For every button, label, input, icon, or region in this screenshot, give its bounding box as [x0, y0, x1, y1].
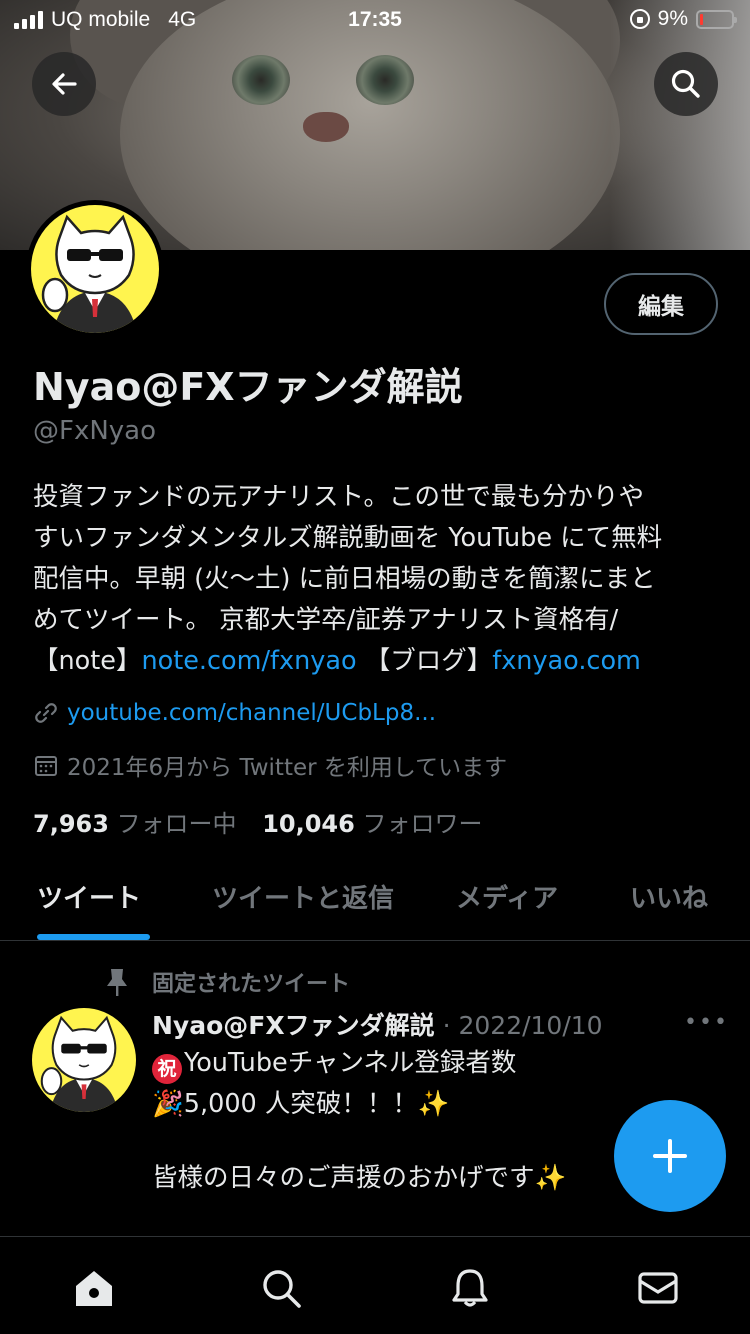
mail-icon	[638, 1272, 678, 1304]
calendar-icon	[35, 756, 57, 776]
tab-tweets-and-replies[interactable]: ツイートと返信	[212, 878, 394, 915]
website-link[interactable]: youtube.com/channel/UCbLp8...	[67, 700, 436, 726]
plus-icon	[653, 1139, 687, 1173]
tab-likes[interactable]: いいね	[630, 878, 708, 915]
profile-handle: @FxNyao	[33, 416, 157, 446]
tweet-avatar[interactable]	[32, 1008, 136, 1112]
bio-line: 投資ファンドの元アナリスト。この世で最も分かりや	[33, 482, 644, 512]
profile-website-row: youtube.com/channel/UCbLp8...	[33, 700, 436, 726]
nav-home[interactable]	[71, 1265, 117, 1311]
sparkles-emoji: ✨	[417, 1089, 450, 1119]
blog-link[interactable]: fxnyao.com	[492, 646, 641, 676]
search-icon	[263, 1270, 301, 1308]
pinned-indicator: 固定されたツイート	[104, 966, 350, 998]
pin-icon	[107, 969, 127, 996]
bottom-navigation	[0, 1236, 750, 1334]
status-bar: UQ mobile 4G 17:35 9%	[0, 0, 750, 40]
following-count[interactable]: 7,963	[33, 810, 109, 838]
tweet-line-text: 5,000 人突破！！！	[183, 1089, 418, 1119]
bio-line: めてツイート。 京都大学卒/証券アナリスト資格有/	[33, 605, 619, 635]
profile-tabs: ツイート ツイートと返信 メディア いいね	[0, 860, 750, 941]
avatar-image	[31, 205, 159, 333]
profile-name: Nyao@FXファンダ解説	[33, 365, 463, 409]
banner-cat-eye	[356, 55, 414, 105]
follow-counts: 7,963 フォロー中 10,046 フォロワー	[33, 804, 500, 839]
battery-percent: 9%	[657, 7, 688, 30]
following-label[interactable]: フォロー中	[117, 810, 237, 838]
joined-text: 2021年6月から Twitter を利用しています	[67, 755, 508, 781]
tweet-date[interactable]: · 2022/10/10	[443, 1011, 603, 1040]
bell-icon	[452, 1269, 488, 1307]
bio-line: 【note】note.com/fxnyao 【ブログ】fxnyao.com	[33, 641, 723, 682]
profile-joined-row: 2021年6月から Twitter を利用しています	[33, 748, 507, 782]
nav-messages[interactable]	[635, 1265, 681, 1311]
nav-search[interactable]	[258, 1265, 304, 1311]
sparkles-emoji: ✨	[534, 1163, 567, 1193]
edit-profile-button[interactable]: 編集	[604, 273, 718, 335]
more-options-icon[interactable]: •••	[684, 1010, 729, 1035]
back-button[interactable]	[32, 52, 96, 116]
followers-label[interactable]: フォロワー	[362, 810, 482, 838]
active-tab-indicator	[37, 934, 150, 940]
followers-count[interactable]: 10,046	[262, 810, 355, 838]
banner-cat-nose	[303, 112, 349, 142]
arrow-left-icon	[52, 73, 77, 95]
bio-blog-label: 【ブログ】	[356, 646, 493, 676]
tab-media[interactable]: メディア	[456, 878, 558, 915]
rotation-lock-icon	[629, 9, 650, 29]
profile-bio: 投資ファンドの元アナリスト。この世で最も分かりや すいファンダメンタルズ解説動画…	[33, 477, 723, 682]
tweet-line: 祝 YouTubeチャンネル登録者数	[152, 1043, 712, 1084]
search-icon	[671, 69, 700, 98]
pinned-label: 固定されたツイート	[152, 972, 351, 997]
profile-avatar[interactable]	[26, 200, 164, 338]
tweet-author[interactable]: Nyao@FXファンダ解説	[152, 1011, 435, 1040]
note-link[interactable]: note.com/fxnyao	[141, 646, 356, 676]
tweet-header: Nyao@FXファンダ解説 · 2022/10/10	[152, 1006, 603, 1042]
battery-icon	[696, 9, 737, 29]
status-right: 9%	[629, 7, 737, 31]
tweet-line-text: YouTubeチャンネル登録者数	[184, 1048, 517, 1078]
party-popper-emoji: 🎉	[152, 1089, 184, 1119]
search-button[interactable]	[654, 52, 718, 116]
bio-note-label: 【note】	[33, 646, 142, 676]
link-icon	[35, 703, 57, 723]
bio-line: 配信中。早朝 (火〜土) に前日相場の動きを簡潔にまと	[33, 564, 656, 594]
celebration-emoji: 祝	[152, 1054, 182, 1084]
tab-tweets[interactable]: ツイート	[37, 878, 141, 915]
compose-tweet-button[interactable]	[614, 1100, 726, 1212]
home-icon	[76, 1271, 112, 1306]
bio-line: すいファンダメンタルズ解説動画を YouTube にて無料	[33, 523, 663, 553]
nav-notifications[interactable]	[447, 1265, 493, 1311]
banner-cat-eye	[232, 55, 290, 105]
tweet-line-text: 皆様の日々のご声援のおかげです	[152, 1163, 535, 1193]
